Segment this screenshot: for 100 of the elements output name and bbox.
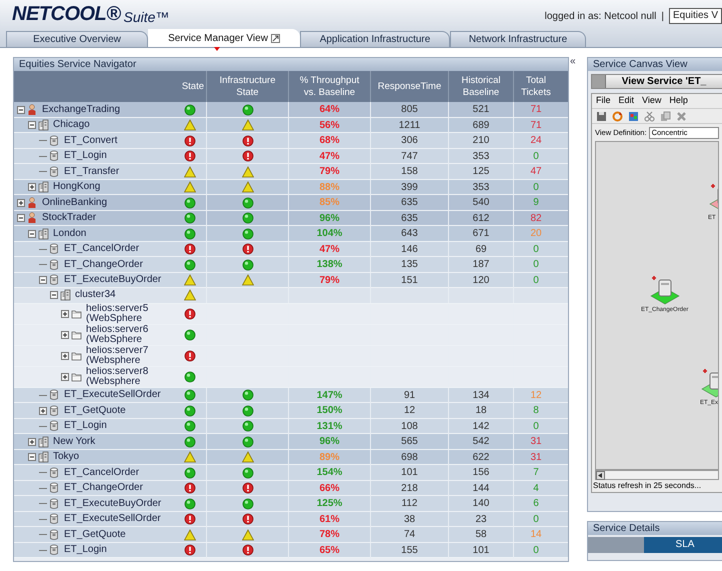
folder-icon xyxy=(71,328,82,340)
tree-item[interactable]: Tokyo xyxy=(53,451,80,463)
collapse-button[interactable]: « xyxy=(570,56,576,68)
refresh-icon[interactable] xyxy=(612,110,623,122)
ticket-count: 14 xyxy=(530,528,542,542)
cut-icon[interactable] xyxy=(644,110,655,122)
ticket-count: 31 xyxy=(530,435,542,449)
ticket-count: 0 xyxy=(533,150,539,164)
column-header[interactable]: State xyxy=(174,71,206,102)
tree-item[interactable]: OnlineBanking xyxy=(42,196,108,208)
table-cell-text: 69 xyxy=(475,242,487,256)
scroll-left-icon[interactable] xyxy=(596,471,605,480)
expand-icon[interactable] xyxy=(61,330,69,338)
ticket-count: 0 xyxy=(533,258,539,272)
table-cell-text: 142 xyxy=(472,420,490,434)
tree-item[interactable]: helios:server8 (Websphere xyxy=(86,366,160,386)
table-cell-text: 521 xyxy=(472,103,490,117)
tree-item[interactable]: ET_CancelOrder xyxy=(64,466,140,478)
tree-item[interactable]: ET_ExecuteBuyOrder xyxy=(64,498,162,510)
tree-item[interactable]: ExchangeTrading xyxy=(42,104,120,116)
tree-item[interactable]: ET_ChangeOrder xyxy=(64,482,143,494)
table-cell-text: 18 xyxy=(475,404,487,418)
tree-item[interactable]: ET_Login xyxy=(64,420,107,432)
expand-icon[interactable] xyxy=(28,183,36,191)
tree-item[interactable]: New York xyxy=(53,436,96,448)
throughput-value: 104% xyxy=(316,227,342,241)
collapse-icon[interactable] xyxy=(39,276,47,284)
tree-item[interactable]: ET_Login xyxy=(64,150,107,162)
table-cell-text: 108 xyxy=(401,420,418,434)
expand-icon[interactable] xyxy=(61,310,69,318)
layout-icon[interactable] xyxy=(628,110,639,122)
person-icon xyxy=(27,196,38,208)
menu-item[interactable]: View xyxy=(642,94,662,108)
tab[interactable]: Application Infrastructure xyxy=(300,31,450,47)
panel-title: Equities Service Navigator xyxy=(14,58,568,71)
table-cell-text: 146 xyxy=(401,242,418,256)
collapse-icon[interactable] xyxy=(28,230,36,238)
popout-icon[interactable] xyxy=(270,34,280,42)
tree-item[interactable]: StockTrader xyxy=(42,212,96,224)
tree-item[interactable]: HongKong xyxy=(53,181,100,193)
collapse-icon[interactable] xyxy=(17,106,25,114)
tree-item[interactable]: ET_Convert xyxy=(64,134,118,146)
collapse-icon[interactable] xyxy=(28,121,36,129)
tree-item[interactable]: ET_GetQuote xyxy=(64,404,126,416)
expand-icon[interactable] xyxy=(61,372,69,380)
table-cell-text: 144 xyxy=(472,482,490,496)
ticket-count: 7 xyxy=(533,466,539,480)
service-node-icon[interactable] xyxy=(648,274,681,306)
tab[interactable]: Executive Overview xyxy=(6,31,148,47)
save-icon[interactable] xyxy=(596,110,607,122)
scrollbar[interactable] xyxy=(595,470,719,480)
ticket-count: 24 xyxy=(530,134,542,148)
folder-icon xyxy=(71,350,82,362)
expand-icon[interactable] xyxy=(28,438,36,446)
collapse-icon[interactable] xyxy=(50,291,58,300)
collapse-icon[interactable] xyxy=(17,214,25,222)
tree-item[interactable]: ET_ExecuteBuyOrder xyxy=(64,274,162,286)
ticket-count: 0 xyxy=(533,274,539,288)
throughput-value: 147% xyxy=(316,388,342,402)
tree-item[interactable]: Chicago xyxy=(53,119,90,131)
table-cell-text: 38 xyxy=(404,512,416,526)
table-cell-text: 353 xyxy=(472,180,490,194)
ticket-count: 20 xyxy=(530,227,542,241)
tree-item[interactable]: London xyxy=(53,228,86,240)
table-cell-text: 542 xyxy=(472,435,490,449)
ticket-count: 47 xyxy=(530,165,542,179)
table-cell-text: 1211 xyxy=(398,118,420,132)
expand-icon[interactable] xyxy=(17,198,25,206)
tree-item[interactable]: ET_Transfer xyxy=(64,166,120,178)
person-icon xyxy=(27,212,38,224)
expand-icon[interactable] xyxy=(39,406,47,414)
menu-item[interactable]: Help xyxy=(669,94,688,108)
throughput-value: 79% xyxy=(319,165,340,179)
tab[interactable]: SLA xyxy=(644,537,722,553)
table-cell-text: 58 xyxy=(475,528,487,542)
throughput-value: 96% xyxy=(319,435,340,449)
tree-item[interactable]: ET_ExecuteSellOrder xyxy=(64,389,161,401)
table-cell-text: 643 xyxy=(401,227,418,241)
tree-item[interactable]: ET_ExecuteSellOrder xyxy=(64,513,161,525)
table-cell-text: 671 xyxy=(472,227,490,241)
tab[interactable]: Network Infrastructure xyxy=(450,31,586,47)
menu-item[interactable]: File xyxy=(596,94,611,108)
tree-item[interactable]: ET_GetQuote xyxy=(64,528,126,540)
tree-item[interactable]: cluster34 xyxy=(75,289,116,302)
table-cell-text: 151 xyxy=(401,274,418,288)
throughput-value: 96% xyxy=(319,212,340,226)
table-cell-text: 23 xyxy=(475,512,487,526)
tree-item[interactable]: ET_Login xyxy=(64,544,107,556)
table-cell-text: 140 xyxy=(472,497,490,511)
tree-item[interactable]: ET_ChangeOrder xyxy=(64,258,143,270)
table-cell-text: 635 xyxy=(401,196,418,210)
ticket-count: 0 xyxy=(533,420,539,434)
tree-item[interactable]: ET_CancelOrder xyxy=(64,243,140,255)
throughput-value: 85% xyxy=(319,196,340,210)
view-select[interactable]: Equities V xyxy=(668,8,722,24)
expand-icon[interactable] xyxy=(61,352,69,360)
building-icon xyxy=(38,451,49,463)
collapse-icon[interactable] xyxy=(28,453,36,461)
building-icon xyxy=(38,436,49,448)
menu-item[interactable]: Edit xyxy=(618,94,634,108)
